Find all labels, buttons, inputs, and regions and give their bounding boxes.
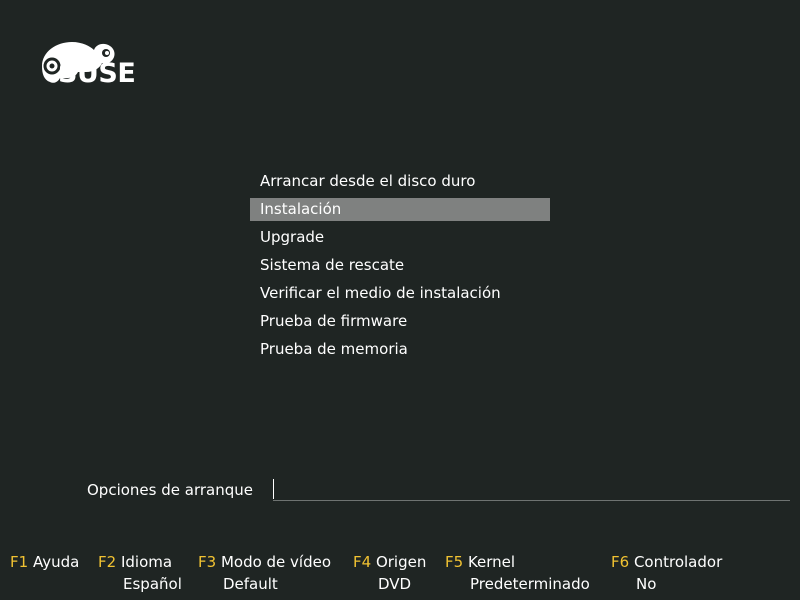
menu-item-check-installation-media[interactable]: Verificar el medio de instalación — [250, 282, 550, 305]
fkey-language[interactable]: F2 Idioma Español — [98, 551, 182, 595]
fkey-f2-key: F2 — [98, 553, 117, 571]
menu-item-memory-test[interactable]: Prueba de memoria — [250, 338, 550, 361]
fkey-f5-value: Predeterminado — [470, 575, 590, 593]
boot-menu: Arrancar desde el disco duro Instalación… — [250, 170, 550, 366]
fkey-f3-value: Default — [223, 575, 278, 593]
boot-screen: { "brand": { "logo_icon": "suse-chameleo… — [0, 0, 800, 600]
fkey-f5-label: Kernel — [467, 553, 516, 571]
menu-item-installation[interactable]: Instalación — [250, 198, 550, 221]
boot-options-input[interactable] — [273, 478, 790, 501]
menu-item-firmware-test[interactable]: Prueba de firmware — [250, 310, 550, 333]
menu-item-upgrade[interactable]: Upgrade — [250, 226, 550, 249]
fkey-f4-label: Origen — [375, 553, 427, 571]
fkey-f4-key: F4 — [353, 553, 372, 571]
fkey-f2-label: Idioma — [120, 553, 173, 571]
fkey-kernel[interactable]: F5 Kernel Predeterminado — [445, 551, 590, 595]
menu-item-boot-from-disk[interactable]: Arrancar desde el disco duro — [250, 170, 550, 193]
menu-item-rescue-system[interactable]: Sistema de rescate — [250, 254, 550, 277]
text-cursor — [273, 479, 274, 499]
fkey-help[interactable]: F1 Ayuda — [10, 551, 79, 573]
fkey-f4-value: DVD — [378, 575, 412, 593]
fkey-f2-value: Español — [123, 575, 182, 593]
fkey-driver[interactable]: F6 Controlador No — [611, 551, 722, 595]
fkey-f1-label: Ayuda — [32, 553, 80, 571]
fkey-f6-value: No — [636, 575, 657, 593]
fkey-video-mode[interactable]: F3 Modo de vídeo Default — [198, 551, 331, 595]
fkey-f6-label: Controlador — [633, 553, 723, 571]
fkey-f1-key: F1 — [10, 553, 29, 571]
fkey-source[interactable]: F4 Origen DVD — [353, 551, 426, 595]
suse-logo-text: SUSE — [58, 58, 136, 89]
fkey-f6-key: F6 — [611, 553, 630, 571]
fkey-f3-label: Modo de vídeo — [220, 553, 332, 571]
fkey-f3-key: F3 — [198, 553, 217, 571]
boot-options: Opciones de arranque — [87, 478, 790, 502]
fkey-f5-key: F5 — [445, 553, 464, 571]
boot-options-label: Opciones de arranque — [87, 481, 253, 499]
